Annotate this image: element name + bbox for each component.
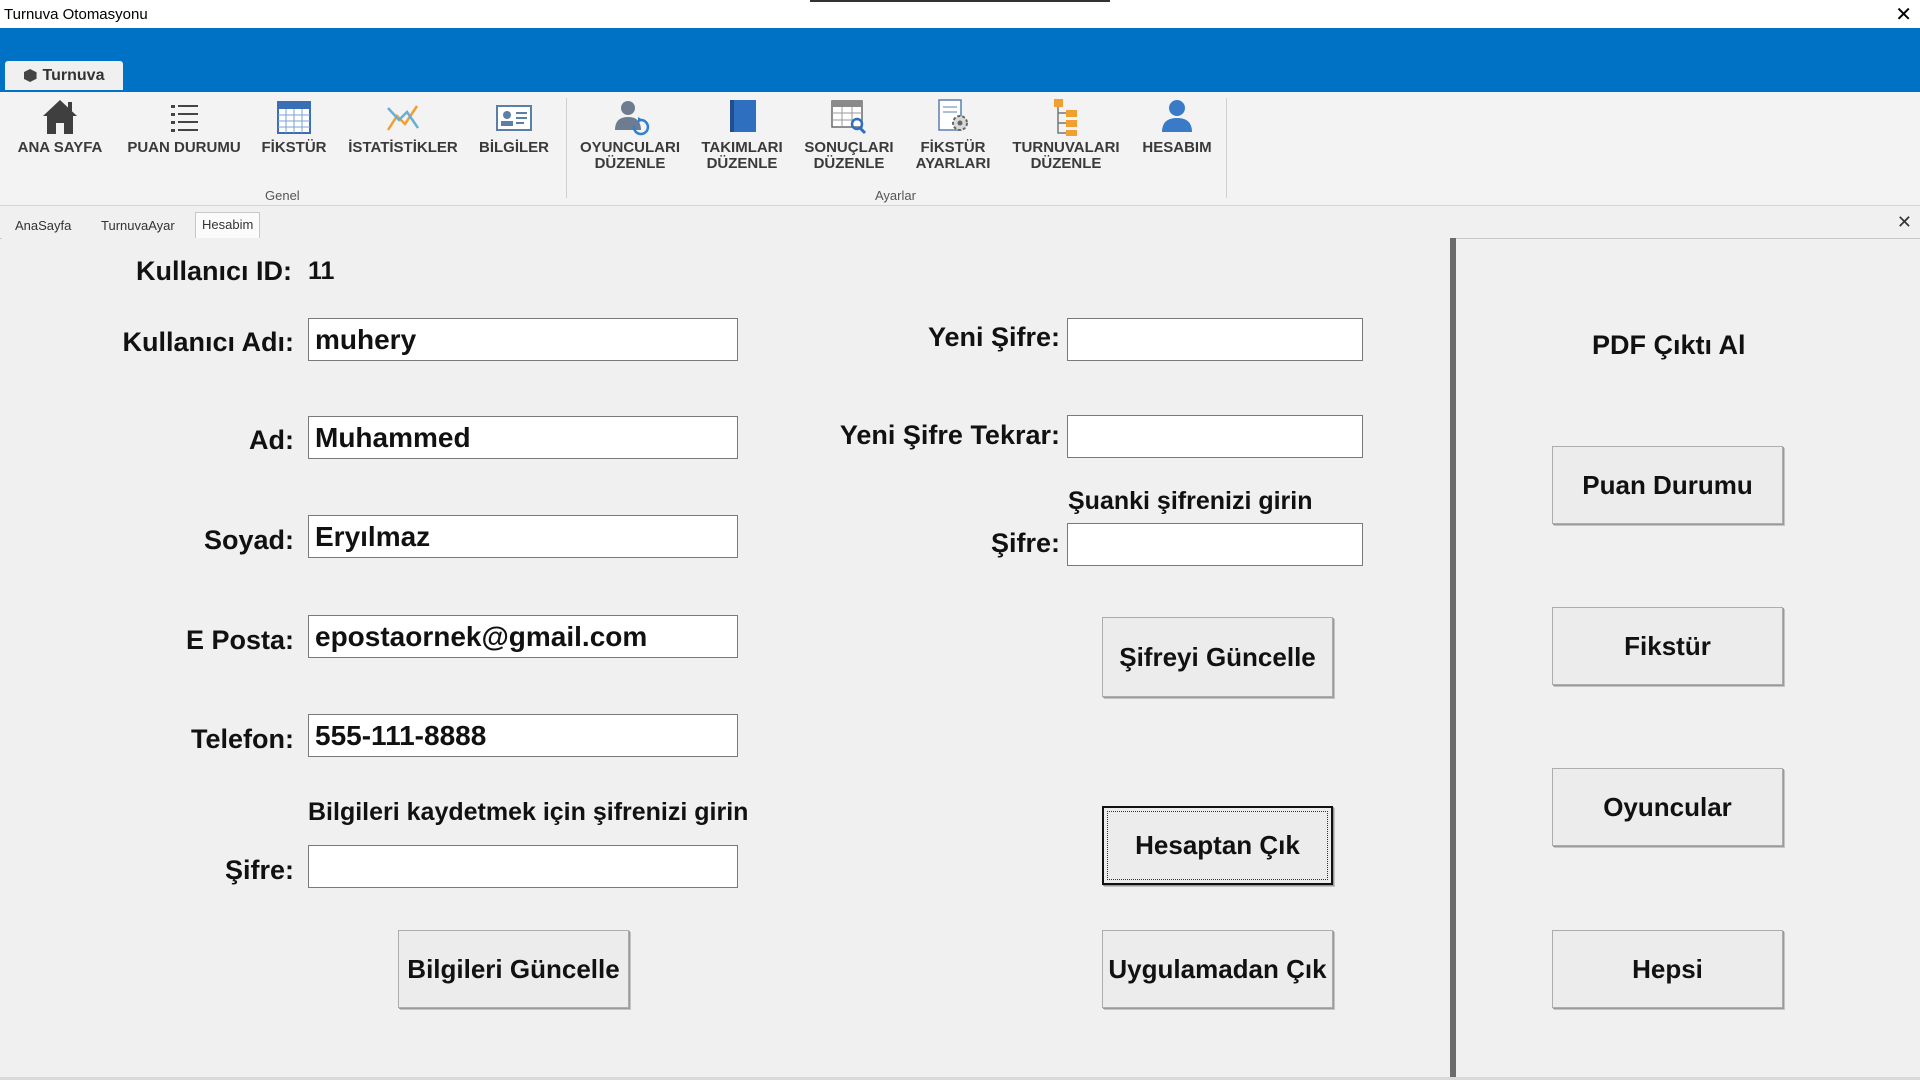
exit-app-button[interactable]: Uygulamadan Çık	[1102, 930, 1333, 1008]
phone-input[interactable]	[308, 714, 738, 757]
list-icon	[171, 105, 198, 132]
fixture-settings-label-1: FİKSTÜR	[920, 139, 986, 156]
repeat-password-label: Yeni Şifre Tekrar:	[839, 420, 1060, 450]
table-search-icon	[831, 100, 867, 135]
info-label: BİLGİLER	[479, 139, 549, 156]
new-password-input[interactable]	[1067, 318, 1363, 361]
repeat-password-input[interactable]	[1067, 415, 1363, 458]
edit-tournaments-label-1: TURNUVALARI	[1012, 139, 1120, 156]
tab-turnuvaayar[interactable]: TurnuvaAyar	[95, 214, 181, 237]
statistics-label: İSTATİSTİKLER	[348, 139, 458, 156]
ribbon-separator	[566, 98, 567, 198]
email-input[interactable]	[308, 615, 738, 658]
edit-teams-label-1: TAKIMLARI	[701, 139, 783, 156]
edit-tournaments-label-2: DÜZENLE	[1030, 155, 1102, 172]
title-bar: Turnuva Otomasyonu ✕	[0, 0, 1920, 28]
calendar-icon	[277, 101, 311, 134]
username-input[interactable]	[308, 318, 738, 361]
close-window-button[interactable]: ✕	[1895, 2, 1912, 27]
logout-button[interactable]: Hesaptan Çık	[1102, 806, 1333, 885]
name-input[interactable]	[308, 416, 738, 459]
vertical-divider	[1450, 238, 1456, 1080]
user-edit-icon	[615, 101, 650, 136]
edit-teams-button[interactable]: TAKIMLARI DÜZENLE	[692, 96, 792, 172]
edit-players-button[interactable]: OYUNCULARI DÜZENLE	[574, 96, 686, 172]
cube-icon	[23, 69, 37, 82]
name-label: Ad:	[249, 425, 294, 455]
home-icon	[43, 100, 77, 134]
edit-results-label-1: SONUÇLARI	[804, 139, 894, 156]
email-label: E Posta:	[185, 625, 294, 655]
surname-input[interactable]	[308, 515, 738, 558]
statistics-icon	[386, 105, 420, 131]
password-label: Şifre:	[224, 855, 294, 885]
update-info-button[interactable]: Bilgileri Güncelle	[398, 930, 629, 1008]
ribbon: ANA SAYFA PUAN DURUMU FİKSTÜR İSTATİSTİK…	[0, 92, 1920, 206]
tree-structure-icon	[1054, 99, 1077, 136]
book-icon	[730, 100, 756, 132]
user-id-label: Kullanıcı ID:	[135, 256, 292, 286]
ribbon-header: Turnuva	[0, 28, 1920, 92]
title-accent-line	[810, 0, 1110, 2]
save-password-hint: Bilgileri kaydetmek için şifrenizi girin	[308, 798, 749, 826]
edit-players-label-1: OYUNCULARI	[580, 139, 680, 156]
current-password-label: Şifre:	[990, 528, 1060, 558]
ribbon-separator-end	[1226, 98, 1227, 198]
current-password-hint: Şuanki şifrenizi girin	[1068, 487, 1313, 515]
user-id-value: 11	[308, 257, 335, 285]
fixture-button[interactable]: FİKSTÜR	[256, 96, 332, 156]
statistics-button[interactable]: İSTATİSTİKLER	[342, 96, 464, 156]
new-password-label: Yeni Şifre:	[927, 322, 1060, 352]
standings-label: PUAN DURUMU	[127, 139, 241, 156]
close-tab-button[interactable]: ✕	[1897, 212, 1912, 233]
ribbon-tab-label: Turnuva	[42, 66, 105, 84]
fixture-settings-label-2: AYARLARI	[915, 155, 991, 172]
surname-label: Soyad:	[203, 525, 294, 555]
account-label: HESABIM	[1142, 139, 1212, 156]
pdf-heading: PDF Çıktı Al	[1592, 330, 1746, 360]
document-tabs: AnaSayfa TurnuvaAyar Hesabim ✕	[0, 208, 1920, 240]
current-password-input[interactable]	[1067, 523, 1363, 566]
fixture-settings-button[interactable]: FİKSTÜR AYARLARI	[904, 96, 1002, 172]
document-gear-icon	[938, 99, 968, 131]
home-label: ANA SAYFA	[17, 139, 103, 156]
home-button[interactable]: ANA SAYFA	[12, 96, 108, 156]
fixture-label: FİKSTÜR	[261, 139, 327, 156]
id-card-icon	[496, 105, 532, 131]
update-password-button[interactable]: Şifreyi Güncelle	[1102, 617, 1333, 697]
edit-tournaments-button[interactable]: TURNUVALARI DÜZENLE	[1006, 96, 1126, 172]
group-label-general: Genel	[265, 188, 300, 203]
pdf-standings-button[interactable]: Puan Durumu	[1552, 446, 1783, 524]
password-input[interactable]	[308, 845, 738, 888]
pdf-players-button[interactable]: Oyuncular	[1552, 768, 1783, 846]
pdf-all-button[interactable]: Hepsi	[1552, 930, 1783, 1008]
edit-results-label-2: DÜZENLE	[813, 155, 885, 172]
user-icon	[1162, 100, 1192, 132]
edit-teams-label-2: DÜZENLE	[706, 155, 778, 172]
account-button[interactable]: HESABIM	[1134, 96, 1220, 156]
phone-label: Telefon:	[191, 724, 294, 754]
info-button[interactable]: BİLGİLER	[474, 96, 554, 156]
ribbon-tab-turnuva[interactable]: Turnuva	[5, 61, 123, 90]
pdf-fixture-button[interactable]: Fikstür	[1552, 607, 1783, 685]
standings-button[interactable]: PUAN DURUMU	[120, 96, 248, 156]
window-title: Turnuva Otomasyonu	[4, 6, 148, 23]
edit-results-button[interactable]: SONUÇLARI DÜZENLE	[798, 96, 900, 172]
edit-players-label-2: DÜZENLE	[594, 155, 666, 172]
tab-hesabim[interactable]: Hesabim	[195, 212, 261, 240]
tab-anasayfa[interactable]: AnaSayfa	[9, 214, 77, 237]
group-label-settings: Ayarlar	[875, 188, 916, 203]
username-label: Kullanıcı Adı:	[122, 327, 294, 357]
